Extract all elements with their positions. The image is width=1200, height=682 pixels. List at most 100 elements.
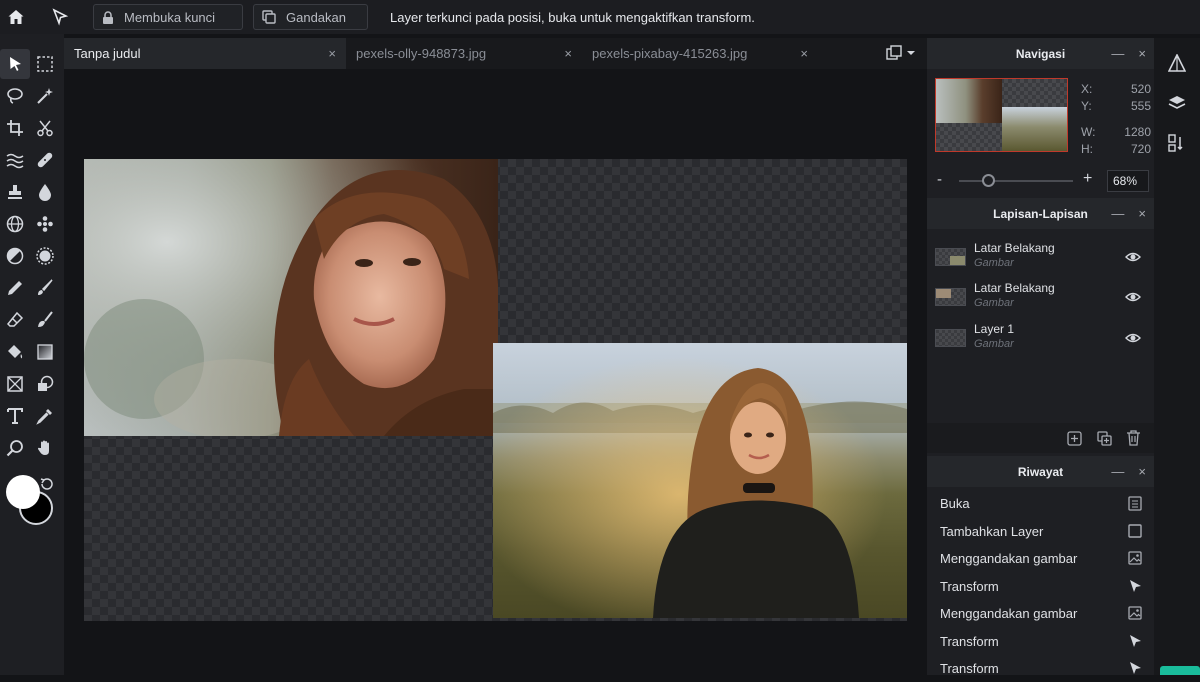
arrow-icon xyxy=(1130,635,1141,647)
h-label: H: xyxy=(1081,142,1093,156)
history-header: Riwayat — × xyxy=(927,456,1154,487)
zoom-slider-track[interactable] xyxy=(959,180,1073,182)
eye-icon[interactable] xyxy=(1125,249,1141,265)
zoom-value-field[interactable]: 68% xyxy=(1107,170,1149,192)
move-tool-icon[interactable] xyxy=(45,2,75,32)
history-icon[interactable] xyxy=(1168,134,1186,152)
swap-colors-icon[interactable] xyxy=(34,472,58,496)
eraser-tool-icon[interactable] xyxy=(0,305,30,335)
close-tab-icon[interactable]: × xyxy=(328,46,336,61)
portrait-photo-woman-brown-hair[interactable] xyxy=(84,159,498,436)
duplicate-layer-icon[interactable] xyxy=(1097,431,1112,446)
history-item-label: Transform xyxy=(940,661,999,676)
eye-icon[interactable] xyxy=(1125,330,1141,346)
close-icon[interactable]: × xyxy=(1138,46,1146,61)
arrow-icon xyxy=(1130,580,1141,592)
history-item[interactable]: Menggandakan gambar xyxy=(927,600,1154,627)
history-item[interactable]: Transform xyxy=(927,573,1154,600)
history-item-label: Transform xyxy=(940,579,999,594)
zoom-in-button[interactable]: + xyxy=(1083,170,1092,188)
tab-pexels-olly[interactable]: pexels-olly-948873.jpg × xyxy=(346,38,582,69)
zoom-control: - + 68% xyxy=(927,169,1154,193)
layer-type: Gambar xyxy=(974,297,1014,309)
minimize-icon[interactable]: — xyxy=(1111,206,1124,221)
globe-tool-icon[interactable] xyxy=(0,209,30,239)
accent-tab[interactable] xyxy=(1160,666,1200,675)
x-label: X: xyxy=(1081,82,1093,96)
image-icon xyxy=(1128,551,1142,565)
marquee-tool-icon[interactable] xyxy=(30,49,60,79)
text-tool-icon[interactable] xyxy=(0,401,30,431)
portrait-photo-girl-sunset[interactable] xyxy=(493,343,907,618)
history-item[interactable]: Menggandakan gambar xyxy=(927,545,1154,572)
close-tab-icon[interactable]: × xyxy=(564,46,572,61)
blur-tool-icon[interactable] xyxy=(30,177,60,207)
layer-type: Gambar xyxy=(974,257,1014,269)
unlock-button[interactable]: Membuka kunci xyxy=(93,4,243,30)
adjustments-icon[interactable] xyxy=(1168,54,1186,72)
y-value: 555 xyxy=(1130,99,1151,113)
pencil-tool-icon[interactable] xyxy=(0,273,30,303)
crop-tool-icon[interactable] xyxy=(0,113,30,143)
layer-thumbnail xyxy=(935,288,966,306)
brush-tool-icon[interactable] xyxy=(30,273,60,303)
smudge-tool-icon[interactable] xyxy=(30,305,60,335)
stamp-tool-icon[interactable] xyxy=(0,177,30,207)
dodge-tool-icon[interactable] xyxy=(0,241,30,271)
scissors-tool-icon[interactable] xyxy=(30,113,60,143)
eye-icon[interactable] xyxy=(1125,289,1141,305)
healing-tool-icon[interactable] xyxy=(30,145,60,175)
zoom-tool-icon[interactable] xyxy=(0,433,30,463)
history-item[interactable]: Buka xyxy=(927,490,1154,517)
zoom-slider-handle[interactable] xyxy=(982,174,995,187)
zoom-out-button[interactable]: - xyxy=(937,171,942,188)
layer-item[interactable]: Latar Belakang Gambar xyxy=(927,238,1154,278)
gradient-tool-icon[interactable] xyxy=(30,337,60,367)
history-item[interactable]: Tambahkan Layer xyxy=(927,518,1154,545)
paint-bucket-tool-icon[interactable] xyxy=(0,337,30,367)
shape-tool-icon[interactable] xyxy=(30,369,60,399)
close-icon[interactable]: × xyxy=(1138,206,1146,221)
tab-tanpa-judul[interactable]: Tanpa judul × xyxy=(64,38,346,69)
history-item[interactable]: Transform xyxy=(927,655,1154,682)
layers-icon[interactable] xyxy=(1168,94,1186,112)
lasso-tool-icon[interactable] xyxy=(0,81,30,111)
lock-icon xyxy=(103,10,113,24)
tab-label: pexels-olly-948873.jpg xyxy=(356,46,487,61)
layers-footer xyxy=(927,423,1154,453)
add-layer-icon[interactable] xyxy=(1067,431,1082,446)
layer-thumbnail xyxy=(935,329,966,347)
hand-tool-icon[interactable] xyxy=(30,433,60,463)
history-item-label: Menggandakan gambar xyxy=(940,551,1078,566)
history-title: Riwayat xyxy=(1017,464,1064,479)
top-bar: Membuka kunci Gandakan Layer terkunci pa… xyxy=(0,0,1200,34)
layer-item[interactable]: Layer 1 Gambar xyxy=(927,319,1154,359)
w-value: 1280 xyxy=(1124,125,1151,139)
pattern-tool-icon[interactable] xyxy=(30,209,60,239)
document-icon xyxy=(1128,496,1142,511)
sponge-tool-icon[interactable] xyxy=(30,241,60,271)
navigator-thumbnail[interactable] xyxy=(935,78,1068,152)
layer-thumbnail xyxy=(935,248,966,266)
close-tab-icon[interactable]: × xyxy=(800,46,808,61)
frame-tool-icon[interactable] xyxy=(0,369,30,399)
w-label: W: xyxy=(1081,125,1096,139)
duplicate-button[interactable]: Gandakan xyxy=(253,4,368,30)
select-tool-icon[interactable] xyxy=(0,49,30,79)
window-arrange-icon[interactable] xyxy=(886,45,918,66)
eyedropper-tool-icon[interactable] xyxy=(30,401,60,431)
trash-icon[interactable] xyxy=(1126,430,1141,446)
duplicate-icon xyxy=(262,10,276,24)
panel-toggle-strip xyxy=(1154,38,1200,675)
home-icon[interactable] xyxy=(1,2,31,32)
navigator-title: Navigasi xyxy=(1015,46,1066,61)
layer-item[interactable]: Latar Belakang Gambar xyxy=(927,278,1154,318)
history-item-label: Transform xyxy=(940,634,999,649)
tab-pexels-pixabay[interactable]: pexels-pixabay-415263.jpg × xyxy=(582,38,818,69)
liquify-tool-icon[interactable] xyxy=(0,145,30,175)
close-icon[interactable]: × xyxy=(1138,464,1146,479)
magic-wand-tool-icon[interactable] xyxy=(30,81,60,111)
minimize-icon[interactable]: — xyxy=(1111,46,1124,61)
history-item[interactable]: Transform xyxy=(927,628,1154,655)
minimize-icon[interactable]: — xyxy=(1111,464,1124,479)
